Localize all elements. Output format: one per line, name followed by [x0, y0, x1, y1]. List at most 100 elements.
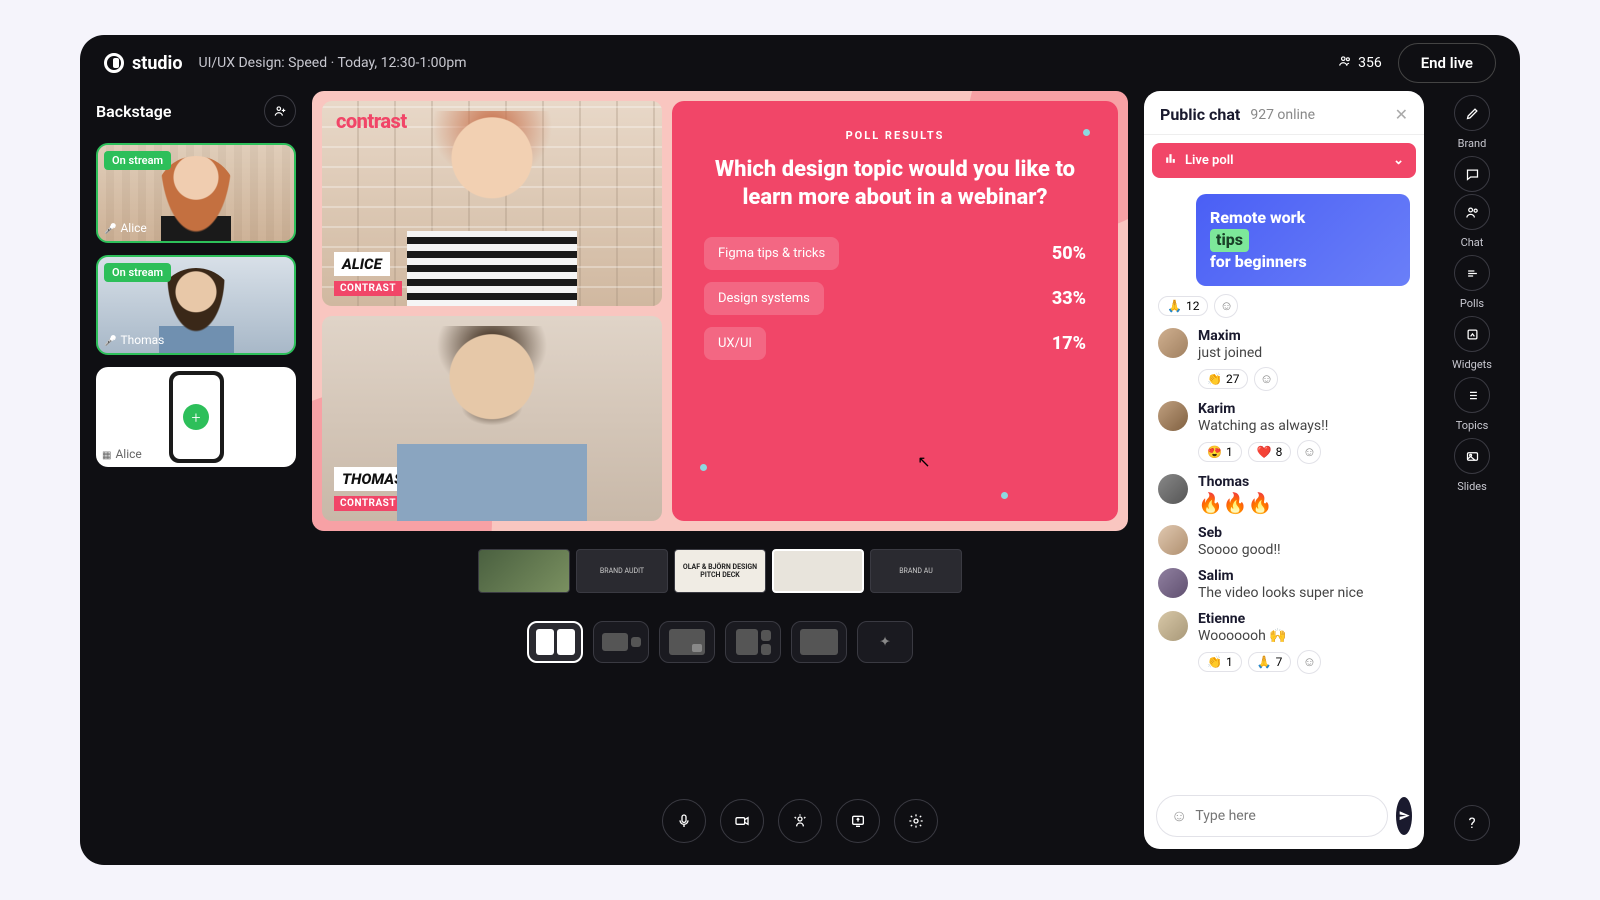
add-participant-button[interactable]: [264, 95, 296, 127]
add-reaction-button[interactable]: ☺: [1297, 650, 1321, 674]
layout-speaker[interactable]: [593, 621, 649, 663]
phone-mockup: +: [169, 371, 224, 463]
reaction-chip[interactable]: 🙏7: [1248, 652, 1292, 672]
image-icon: [1454, 438, 1490, 474]
layout-solo[interactable]: [791, 621, 847, 663]
rail-help[interactable]: ?: [1454, 805, 1490, 841]
camera-toggle[interactable]: [720, 799, 764, 843]
chat-icon: [1454, 156, 1490, 192]
app-window: studio UI/UX Design: Speed · Today, 12:3…: [80, 35, 1520, 865]
chat-message: Karim Watching as always!! 😍1❤️8☺: [1158, 401, 1410, 464]
rail-topics[interactable]: Topics: [1454, 377, 1490, 432]
mic-toggle[interactable]: [662, 799, 706, 843]
backstage-thumb-screenshare[interactable]: + Alice: [96, 367, 296, 467]
chat-input-row: ☺: [1144, 783, 1424, 849]
backstage-thumb-thomas[interactable]: On stream Thomas: [96, 255, 296, 355]
layout-pip[interactable]: [659, 621, 715, 663]
logo: studio: [104, 53, 182, 74]
people-icon: [1338, 54, 1352, 72]
chat-text-input[interactable]: [1195, 808, 1373, 824]
rail-widgets[interactable]: Widgets: [1452, 316, 1492, 371]
brand-name: studio: [132, 53, 182, 74]
chat-message: Salim The video looks super nice: [1158, 568, 1410, 601]
chat-message: Maxim just joined 👏27☺: [1158, 328, 1410, 391]
speaker-stack: ALICE CONTRAST THOMAS CONTRAST: [322, 101, 662, 521]
layout-switcher: ✦: [312, 621, 1128, 663]
send-button[interactable]: [1396, 797, 1412, 835]
slide-thumb-selected[interactable]: [772, 549, 864, 593]
mic-icon: [104, 333, 116, 347]
live-stage: contrast ALICE CONTRAST THOMAS CONTRAST: [312, 91, 1128, 531]
poll-row: Figma tips & tricks50%: [704, 237, 1086, 270]
slide-thumb[interactable]: [478, 549, 570, 593]
reaction-chip[interactable]: 🙏12: [1158, 296, 1208, 316]
rail-polls[interactable]: Polls: [1454, 255, 1490, 310]
media-controls: [662, 799, 938, 843]
emoji-icon[interactable]: ☺: [1171, 806, 1187, 826]
backstage-header: Backstage: [96, 91, 296, 131]
avatar: [1158, 525, 1188, 555]
reaction-chip[interactable]: 👏27: [1198, 369, 1248, 389]
close-chat-button[interactable]: ✕: [1395, 105, 1408, 124]
topbar-right: 356 End live: [1338, 43, 1496, 83]
logo-icon: [104, 53, 124, 73]
promo-card: Remote work tips for beginners: [1196, 194, 1410, 286]
effects-button[interactable]: [778, 799, 822, 843]
end-live-button[interactable]: End live: [1398, 43, 1496, 83]
add-reaction-button[interactable]: ☺: [1254, 367, 1278, 391]
share-screen-button[interactable]: [836, 799, 880, 843]
onstream-badge: On stream: [104, 151, 171, 170]
backstage-thumb-alice[interactable]: On stream Alice: [96, 143, 296, 243]
rail-slides[interactable]: Slides: [1454, 438, 1490, 493]
session-info: UI/UX Design: Speed · Today, 12:30-1:00p…: [198, 55, 466, 71]
slides-icon: [102, 447, 111, 461]
slide-thumb[interactable]: BRAND AU: [870, 549, 962, 593]
list-icon: [1454, 377, 1490, 413]
onstream-badge: On stream: [104, 263, 171, 282]
layout-magic[interactable]: ✦: [857, 621, 913, 663]
chat-header: Public chat 927 online ✕: [1144, 91, 1424, 135]
thumb-label: Alice: [104, 221, 147, 235]
right-rail: Brand Chat Polls Widgets Topics Slides ?: [1440, 91, 1504, 849]
topbar: studio UI/UX Design: Speed · Today, 12:3…: [80, 35, 1520, 91]
backstage-panel: Backstage On stream Alice On stream Thom…: [96, 91, 296, 849]
speaker-name: THOMAS: [334, 467, 411, 491]
layout-split[interactable]: [527, 621, 583, 663]
decor-dot: [700, 464, 707, 471]
avatar: [1158, 328, 1188, 358]
add-reaction-button[interactable]: ☺: [1297, 440, 1321, 464]
avatar: [1158, 568, 1188, 598]
chat-message: Etienne Wooooooh 🙌 👏1🙏7☺: [1158, 611, 1410, 674]
help-icon: ?: [1454, 805, 1490, 841]
chat-title: Public chat: [1160, 105, 1240, 124]
thumb-label: Alice: [102, 447, 142, 461]
settings-button[interactable]: [894, 799, 938, 843]
chat-online-count: 927 online: [1250, 107, 1315, 123]
reaction-chip[interactable]: 👏1: [1198, 652, 1242, 672]
slide-thumb[interactable]: OLAF & BJÖRN DESIGN PITCH DECK: [674, 549, 766, 593]
main: Backstage On stream Alice On stream Thom…: [80, 91, 1520, 865]
live-poll-banner[interactable]: Live poll ⌄: [1152, 143, 1416, 178]
decor-dot: [1083, 129, 1090, 136]
message-list[interactable]: Remote work tips for beginners 🙏12 ☺ Max…: [1144, 186, 1424, 783]
chat-input-field[interactable]: ☺: [1156, 795, 1388, 837]
layout-sidebar[interactable]: [725, 621, 781, 663]
people-icon: [1454, 194, 1490, 230]
viewer-count: 356: [1338, 54, 1382, 72]
speaker-tile-thomas: THOMAS CONTRAST: [322, 316, 662, 521]
rail-chat[interactable]: Chat: [1454, 156, 1490, 249]
chevron-down-icon: ⌄: [1393, 153, 1404, 168]
slide-thumb[interactable]: BRAND AUDIT: [576, 549, 668, 593]
backstage-title: Backstage: [96, 102, 171, 121]
poll-tag: POLL RESULTS: [704, 129, 1086, 142]
rail-brand[interactable]: Brand: [1454, 95, 1490, 150]
avatar: [1158, 474, 1188, 504]
stage-column: contrast ALICE CONTRAST THOMAS CONTRAST: [312, 91, 1128, 849]
widget-icon: [1454, 316, 1490, 352]
reaction-chip[interactable]: ❤️8: [1248, 442, 1292, 462]
reaction-chip[interactable]: 😍1: [1198, 442, 1242, 462]
poll-row: UX/UI17%: [704, 327, 1086, 360]
stage-brand-overlay: contrast: [336, 109, 407, 133]
add-reaction-button[interactable]: ☺: [1214, 294, 1238, 318]
chat-panel: Public chat 927 online ✕ Live poll ⌄ Rem…: [1144, 91, 1424, 849]
